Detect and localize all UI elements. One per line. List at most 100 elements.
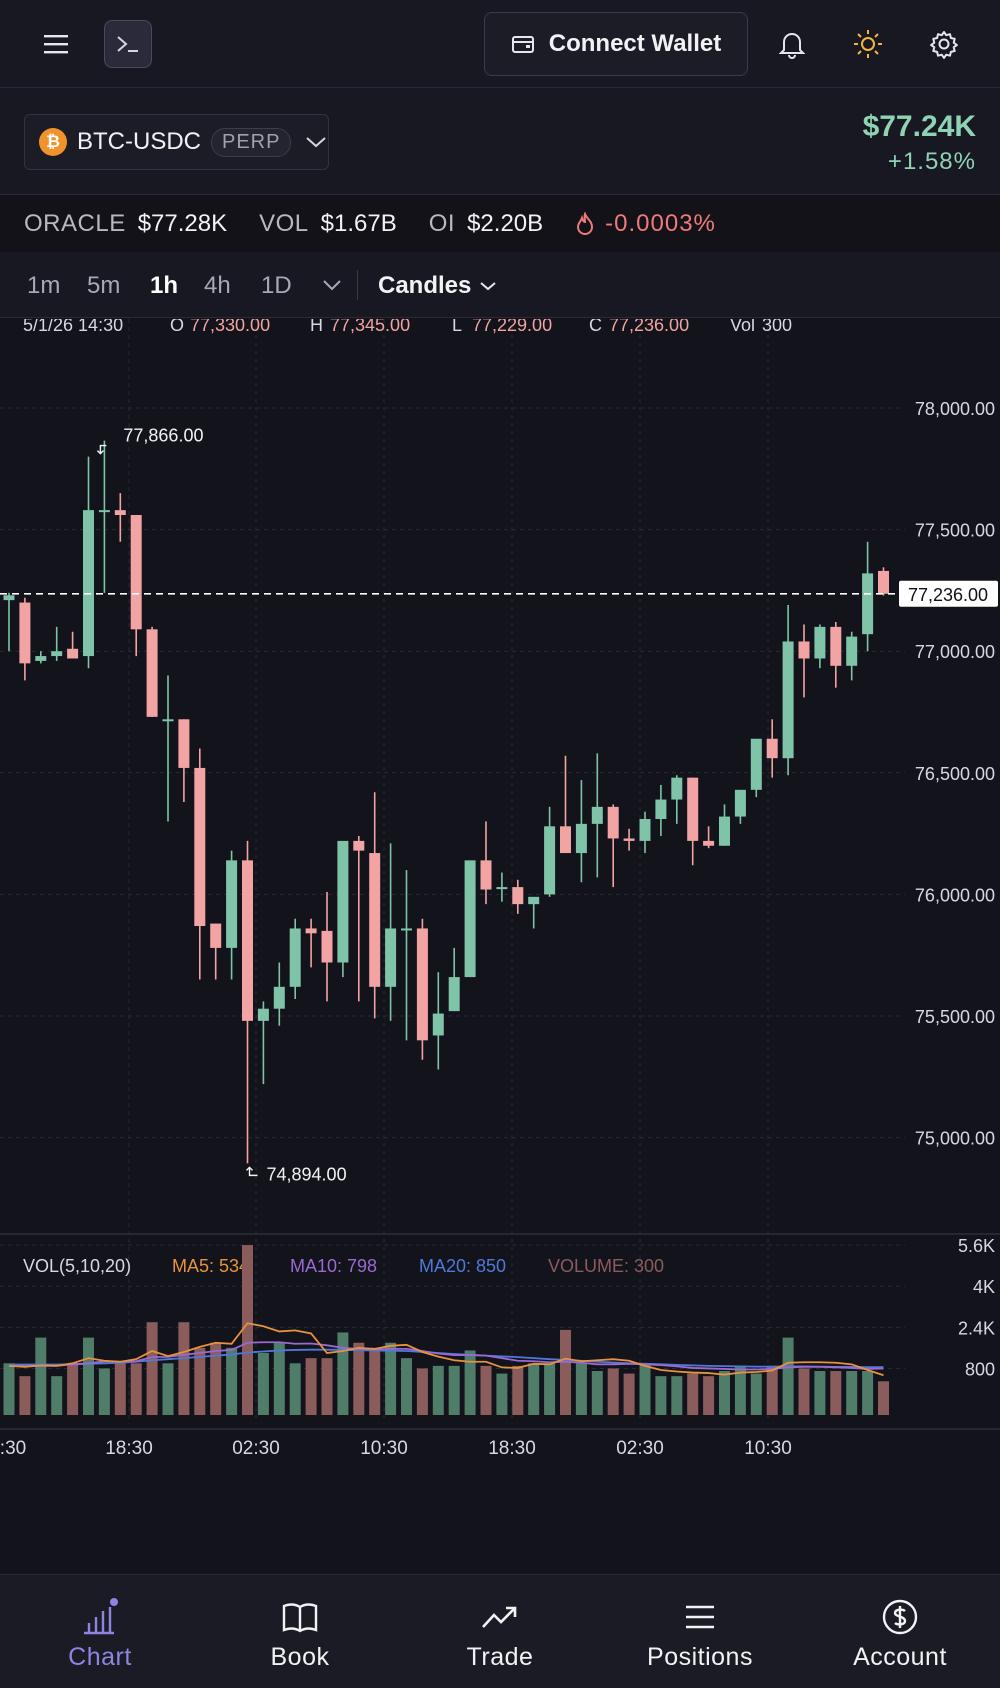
volume-bar bbox=[719, 1371, 730, 1415]
volume-bar bbox=[846, 1371, 858, 1415]
more-timeframes-button[interactable] bbox=[320, 272, 344, 298]
candle-body bbox=[862, 573, 874, 635]
flame-icon bbox=[577, 212, 594, 235]
market-stats: ORACLE $77.28K VOL $1.67B OI $2.20B -0.0… bbox=[0, 196, 1000, 252]
candle-body bbox=[432, 1013, 444, 1036]
volume-label: VOL bbox=[259, 210, 309, 237]
tf-1m[interactable]: 1m bbox=[27, 272, 60, 300]
sun-icon bbox=[854, 30, 882, 58]
chart-type-label: Candles bbox=[378, 272, 472, 299]
theme-toggle-button[interactable] bbox=[848, 22, 888, 66]
y-tick-label: 78,000.00 bbox=[915, 399, 995, 419]
volume-bar bbox=[798, 1368, 810, 1415]
nav-account[interactable]: Account bbox=[800, 1575, 1000, 1688]
candle-body bbox=[401, 928, 412, 931]
volume-bar bbox=[35, 1337, 47, 1415]
volume-bar bbox=[512, 1365, 524, 1415]
volume-bar bbox=[210, 1342, 222, 1415]
volume-bar bbox=[878, 1381, 889, 1415]
candle-body bbox=[273, 986, 285, 1009]
last-price-label: 77,236.00 bbox=[908, 585, 988, 605]
nav-book[interactable]: Book bbox=[200, 1575, 400, 1688]
volume-bar bbox=[607, 1368, 619, 1415]
bottom-navigation: Chart Book Trade Positions Account bbox=[0, 1574, 1000, 1688]
candle-body bbox=[766, 738, 778, 759]
volume-bar bbox=[575, 1363, 587, 1415]
tf-1d[interactable]: 1D bbox=[261, 272, 292, 300]
candle-body bbox=[560, 826, 571, 854]
x-tick-label: 18:30 bbox=[488, 1438, 536, 1459]
volume-bar bbox=[337, 1332, 349, 1415]
vol-legend-volume: VOLUME: 300 bbox=[548, 1256, 664, 1276]
x-tick-label: 10:30 bbox=[360, 1438, 408, 1459]
candle-body bbox=[416, 928, 428, 1041]
candle-body bbox=[496, 887, 508, 890]
volume-bar bbox=[655, 1376, 667, 1415]
y-tick-label: 77,500.00 bbox=[915, 521, 995, 541]
legend-time: 5/1/26 14:30 bbox=[23, 319, 123, 335]
candle-body bbox=[671, 777, 683, 800]
volume-bar bbox=[305, 1358, 317, 1415]
candle-body bbox=[67, 648, 79, 659]
nav-chart[interactable]: Chart bbox=[0, 1575, 200, 1688]
price-chart[interactable]: 78,000.00 77,500.00 77,000.00 76,500.00 76,0… bbox=[0, 319, 1000, 1574]
notifications-button[interactable] bbox=[772, 22, 812, 66]
tf-1h[interactable]: 1h bbox=[150, 272, 178, 300]
volume-bar bbox=[130, 1363, 142, 1415]
oracle-label: ORACLE bbox=[24, 210, 126, 237]
vol-legend-ma10: MA10: 798 bbox=[290, 1256, 377, 1276]
nav-positions[interactable]: Positions bbox=[600, 1575, 800, 1688]
volume-bar bbox=[639, 1363, 651, 1415]
candle-body bbox=[830, 626, 842, 666]
candle-body bbox=[130, 515, 142, 630]
vol-tick-label: 2.4K bbox=[958, 1318, 995, 1338]
candle-body bbox=[448, 977, 460, 1012]
volume-bar bbox=[273, 1342, 285, 1415]
volume-bar bbox=[19, 1376, 31, 1415]
candle-body bbox=[639, 819, 651, 841]
nav-positions-label: Positions bbox=[647, 1643, 753, 1671]
tf-5m[interactable]: 5m bbox=[87, 272, 120, 300]
candle-body bbox=[289, 928, 301, 987]
candle-body bbox=[162, 719, 174, 722]
pair-selector[interactable]: ₿ BTC-USDC PERP bbox=[24, 114, 329, 170]
candle-body bbox=[655, 799, 667, 820]
volume-bar bbox=[257, 1353, 269, 1415]
volume-bar bbox=[3, 1363, 15, 1415]
candle-body bbox=[337, 840, 349, 963]
vol-legend-ma20: MA20: 850 bbox=[419, 1256, 506, 1276]
high-marker-label: 77,866.00 bbox=[123, 426, 203, 446]
terminal-button[interactable] bbox=[104, 20, 152, 68]
connect-wallet-button[interactable]: Connect Wallet bbox=[484, 12, 748, 76]
timeframe-bar: 1m 5m 1h 4h 1D Candles bbox=[0, 252, 1000, 318]
settings-button[interactable] bbox=[924, 22, 964, 66]
volume-bar bbox=[862, 1371, 874, 1415]
candle-body bbox=[687, 777, 699, 841]
volume-bar bbox=[401, 1358, 412, 1415]
mark-price: $77.24K bbox=[862, 110, 976, 143]
candle-body bbox=[528, 896, 540, 905]
volume-bar bbox=[67, 1363, 79, 1415]
oracle-value: $77.28K bbox=[137, 210, 228, 237]
candlestick-chart[interactable]: 78,000.00 77,500.00 77,000.00 76,500.00 76,0… bbox=[0, 319, 1000, 1574]
legend-vol-value: 300 bbox=[762, 319, 792, 335]
list-icon bbox=[686, 1605, 714, 1629]
menu-button[interactable] bbox=[36, 22, 76, 66]
volume-bar bbox=[671, 1376, 683, 1415]
x-tick-label: 02:30 bbox=[232, 1438, 280, 1459]
candle-body bbox=[178, 719, 190, 768]
candle-body bbox=[257, 1008, 269, 1021]
volume-bar bbox=[51, 1376, 63, 1415]
tf-4h[interactable]: 4h bbox=[204, 272, 231, 300]
x-tick-label: :30 bbox=[0, 1438, 26, 1459]
volume-bar bbox=[623, 1373, 635, 1415]
legend-vol-label: Vol bbox=[730, 319, 755, 335]
legend-label: H bbox=[310, 319, 323, 335]
candle-body bbox=[35, 656, 47, 661]
nav-trade[interactable]: Trade bbox=[400, 1575, 600, 1688]
candle-body bbox=[607, 806, 619, 839]
candle-body bbox=[353, 840, 365, 851]
legend-label: C bbox=[589, 319, 602, 335]
chart-type-select[interactable]: Candles bbox=[378, 272, 497, 300]
volume-bar bbox=[750, 1373, 762, 1415]
